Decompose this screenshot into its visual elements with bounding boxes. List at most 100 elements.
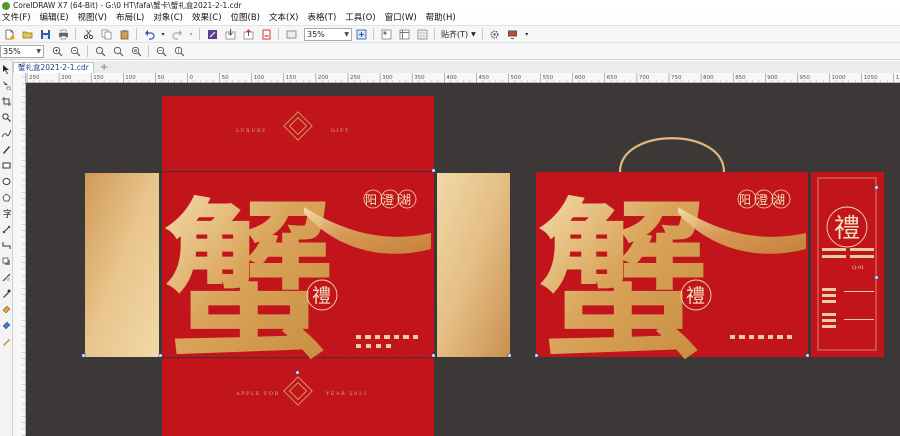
ruler-tick-label: 250	[350, 75, 361, 81]
zoom-page-height-icon[interactable]	[172, 44, 186, 58]
ruler-tick-label: 100	[254, 75, 265, 81]
show-grid-icon[interactable]	[415, 27, 429, 41]
polygon-tool-icon[interactable]	[1, 192, 12, 203]
app-launcher-icon[interactable]	[284, 27, 298, 41]
copy-icon[interactable]	[99, 27, 113, 41]
menu-help[interactable]: 帮助(H)	[422, 11, 461, 25]
title-bar: CorelDRAW X7 (64-Bit) - G:\0 HT\fafa\蟹卡\…	[0, 0, 900, 11]
crop-tool-icon[interactable]	[1, 96, 12, 107]
text-tool-icon[interactable]: 字	[1, 208, 12, 219]
zoom-out-icon[interactable]	[68, 44, 82, 58]
ruler-tick-label: 1050	[864, 75, 878, 81]
zoom-level-value: 35%	[307, 29, 325, 39]
smart-fill-icon[interactable]	[1, 320, 12, 331]
zoom-tool-icon[interactable]	[1, 112, 12, 123]
import-icon[interactable]	[223, 27, 237, 41]
zoom-page-icon[interactable]	[129, 44, 143, 58]
ruler-tick-label: 450	[478, 75, 489, 81]
front-brand-text: 阳澄湖	[365, 192, 416, 207]
zoom-fit-icon[interactable]	[354, 27, 368, 41]
show-rulers-icon[interactable]	[397, 27, 411, 41]
menu-object[interactable]: 对象(C)	[149, 11, 188, 25]
eyedropper-icon[interactable]	[1, 288, 12, 299]
bag-handle	[618, 137, 726, 173]
zoom-all-objects-icon[interactable]	[111, 44, 125, 58]
pick-tool-icon[interactable]	[1, 64, 12, 75]
options-gear-icon[interactable]	[488, 27, 502, 41]
ruler-tick-label: 600	[575, 75, 586, 81]
menu-view[interactable]: 视图(V)	[74, 11, 112, 25]
drop-shadow-icon[interactable]	[1, 256, 12, 267]
ruler-tick-label: 750	[671, 75, 682, 81]
zoom-page-width-icon[interactable]	[154, 44, 168, 58]
transparency-tool-icon[interactable]	[1, 272, 12, 283]
toolbar-separator	[136, 28, 137, 40]
ruler-tick-label: 0	[190, 75, 194, 81]
box-left-side-panel	[85, 173, 159, 357]
artistic-media-icon[interactable]	[1, 144, 12, 155]
top-flap-text-right: GIFT	[331, 128, 350, 134]
menu-bitmaps[interactable]: 位图(B)	[227, 11, 265, 25]
chevron-down-icon: ▼	[471, 30, 476, 38]
toolbar-separator	[148, 45, 149, 57]
connector-tool-icon[interactable]	[1, 240, 12, 251]
menu-text[interactable]: 文本(X)	[265, 11, 303, 25]
menu-file[interactable]: 文件(F)	[0, 11, 36, 25]
redo-icon[interactable]	[170, 27, 184, 41]
menu-window[interactable]: 窗口(W)	[381, 11, 422, 25]
shape-tool-icon[interactable]	[1, 80, 12, 91]
drawing-canvas[interactable]: LUXURY GIFT 蟹 阳澄湖 禮 APPLE FOR YEAR 2021	[26, 83, 900, 436]
redo-dropdown-icon[interactable]: ▾	[188, 27, 194, 41]
horizontal-ruler[interactable]: 250 200 150 100 50 0 50 100 150 200 250 300 350 400 45…	[26, 73, 900, 83]
chevron-down-icon: ▼	[36, 47, 41, 55]
ruler-tick-label: 1100	[896, 75, 900, 81]
new-tab-plus-icon[interactable]: +	[100, 62, 108, 73]
menu-bar: 文件(F) 编辑(E) 视图(V) 布局(L) 对象(C) 效果(C) 位图(B…	[0, 11, 900, 25]
paste-icon[interactable]	[117, 27, 131, 41]
zoom-level-combo[interactable]: 35% ▼	[304, 27, 352, 41]
preview-seal-character: 禮	[686, 285, 705, 307]
save-icon[interactable]	[38, 27, 52, 41]
cut-icon[interactable]	[81, 27, 95, 41]
zoom-levels-combo[interactable]: 35% ▼	[0, 44, 44, 58]
export-icon[interactable]	[241, 27, 255, 41]
side-code-label: Q-01	[852, 265, 864, 271]
document-tab[interactable]: 蟹礼盒2021-2-1.cdr	[13, 62, 94, 73]
chevron-down-icon: ▼	[344, 30, 349, 38]
menu-layout[interactable]: 布局(L)	[112, 11, 149, 25]
vertical-ruler[interactable]	[13, 73, 26, 436]
ruler-tick-label: 200	[318, 75, 329, 81]
zoom-selected-icon[interactable]	[93, 44, 107, 58]
ruler-tick-label: 150	[286, 75, 297, 81]
menu-tools[interactable]: 工具(O)	[341, 11, 380, 25]
parallel-dimension-icon[interactable]	[1, 224, 12, 235]
printer-icon[interactable]	[56, 27, 70, 41]
launch-monitor-icon[interactable]	[506, 27, 520, 41]
box-right-side-panel	[437, 173, 510, 357]
preview-small-text-clusters	[730, 335, 792, 339]
menu-effects[interactable]: 效果(C)	[188, 11, 227, 25]
freehand-tool-icon[interactable]	[1, 128, 12, 139]
new-doc-icon[interactable]	[2, 27, 16, 41]
ellipse-tool-icon[interactable]	[1, 176, 12, 187]
snap-to-button[interactable]: 贴齐(T) ▼	[438, 29, 479, 40]
menu-edit[interactable]: 编辑(E)	[36, 11, 74, 25]
full-screen-preview-icon[interactable]	[379, 27, 393, 41]
open-folder-icon[interactable]	[20, 27, 34, 41]
publish-pdf-icon[interactable]	[259, 27, 273, 41]
rectangle-tool-icon[interactable]	[1, 160, 12, 171]
zoom-in-icon[interactable]	[50, 44, 64, 58]
undo-dropdown-icon[interactable]: ▾	[160, 27, 166, 41]
menu-table[interactable]: 表格(T)	[303, 11, 341, 25]
search-content-icon[interactable]	[205, 27, 219, 41]
undo-icon[interactable]	[142, 27, 156, 41]
interactive-fill-icon[interactable]	[1, 304, 12, 315]
outline-pen-icon[interactable]	[1, 336, 12, 347]
bottom-flap-text-right: YEAR 2021	[325, 391, 368, 397]
ruler-tick-label: 650	[607, 75, 618, 81]
ruler-tick-label: 250	[29, 75, 40, 81]
launch-dropdown-icon[interactable]: ▾	[524, 27, 530, 41]
horizontal-ruler-ticks: 250 200 150 100 50 0 50 100 150 200 250 300 350 400 45…	[26, 73, 900, 83]
toolbar-separator	[434, 28, 435, 40]
ruler-tick-label: 50	[222, 75, 229, 81]
